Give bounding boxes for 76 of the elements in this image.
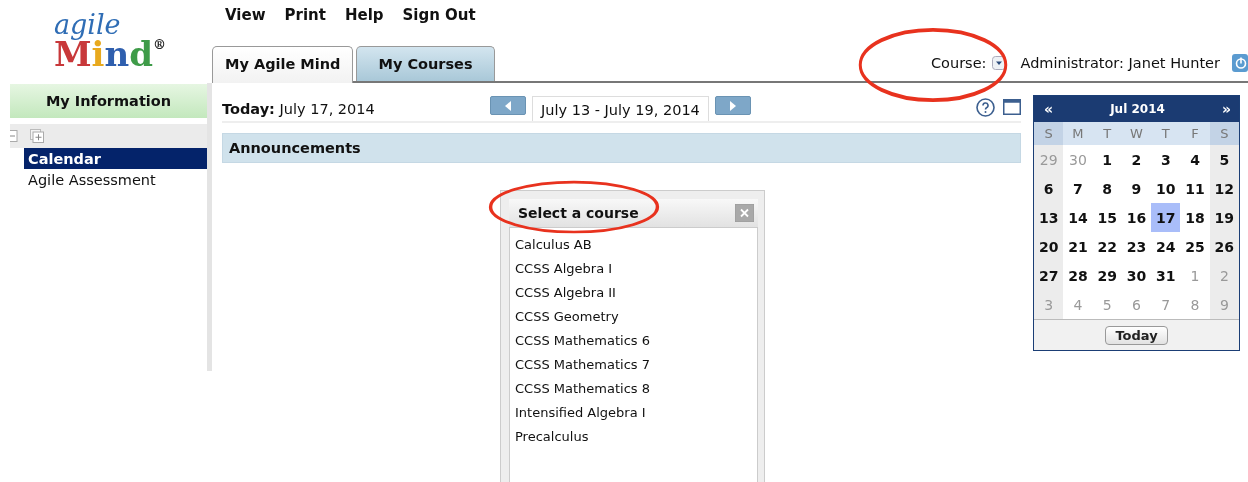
- help-icon[interactable]: [976, 98, 995, 117]
- calendar-day[interactable]: 23: [1121, 232, 1152, 261]
- calendar-day[interactable]: 5: [1209, 145, 1239, 174]
- calendar-day[interactable]: 24: [1151, 232, 1181, 261]
- previous-month-link[interactable]: «: [1044, 101, 1054, 117]
- calendar-day[interactable]: 10: [1151, 174, 1181, 203]
- calendar-day[interactable]: 13: [1034, 203, 1064, 232]
- calendar-day[interactable]: 14: [1063, 203, 1093, 232]
- expand-icon[interactable]: [30, 129, 44, 143]
- next-month-link[interactable]: »: [1221, 101, 1231, 117]
- calendar-day[interactable]: 15: [1092, 203, 1122, 232]
- weekday-label: S: [1034, 122, 1064, 145]
- menu-item[interactable]: Print: [284, 6, 326, 41]
- calendar-day[interactable]: 7: [1063, 174, 1093, 203]
- course-option[interactable]: Precalculus: [515, 428, 757, 446]
- course-option[interactable]: CCSS Mathematics 6: [515, 332, 757, 350]
- calendar-day[interactable]: 20: [1034, 232, 1064, 261]
- left-arrow-icon: [503, 99, 513, 112]
- calendar-day[interactable]: 16: [1121, 203, 1152, 232]
- calendar-day[interactable]: 1: [1092, 145, 1122, 174]
- course-option[interactable]: CCSS Geometry: [515, 308, 757, 326]
- weekday-label: W: [1121, 122, 1152, 145]
- calendar-day[interactable]: 9: [1121, 174, 1152, 203]
- course-option[interactable]: CCSS Mathematics 7: [515, 356, 757, 374]
- course-option[interactable]: Intensified Algebra I: [515, 404, 757, 422]
- right-arrow-icon: [727, 99, 738, 112]
- weekday-label: T: [1092, 122, 1122, 145]
- calendar-day[interactable]: 8: [1092, 174, 1122, 203]
- menu-item[interactable]: View: [225, 6, 266, 41]
- close-icon[interactable]: [735, 204, 754, 222]
- calendar-day[interactable]: 12: [1209, 174, 1239, 203]
- weekday-label: T: [1151, 122, 1181, 145]
- previous-week-button[interactable]: [490, 96, 526, 115]
- calendar-day[interactable]: 25: [1180, 232, 1210, 261]
- calendar-day[interactable]: 4: [1180, 145, 1210, 174]
- weekday-label: M: [1063, 122, 1093, 145]
- user-name: Administrator: Janet Hunter: [1020, 55, 1220, 71]
- calendar-day[interactable]: 18: [1180, 203, 1210, 232]
- course-label: Course:: [930, 55, 987, 71]
- week-range: July 13 - July 19, 2014: [532, 96, 709, 121]
- calendar-day[interactable]: 19: [1209, 203, 1239, 232]
- calendar-day[interactable]: 26: [1209, 232, 1239, 261]
- today-button[interactable]: Today: [1105, 325, 1168, 345]
- month-title: Jul 2014: [1110, 102, 1165, 116]
- logo-text: agile: [53, 12, 121, 38]
- calendar-day[interactable]: 6: [1034, 174, 1064, 203]
- calendar-day[interactable]: 2: [1121, 145, 1152, 174]
- calendar-day[interactable]: 21: [1063, 232, 1093, 261]
- weekday-label: S: [1209, 122, 1239, 145]
- tab[interactable]: My Agile Mind: [212, 46, 354, 83]
- announcements-header: Announcements: [222, 133, 1021, 163]
- course-option[interactable]: CCSS Algebra II: [515, 284, 757, 302]
- panel-header: My Information: [10, 84, 207, 118]
- sidebar-item[interactable]: Agile Assessment: [24, 169, 207, 190]
- calendar-day[interactable]: 11: [1180, 174, 1210, 203]
- power-icon[interactable]: [1232, 54, 1248, 72]
- menu-item[interactable]: Help: [344, 6, 384, 41]
- calendar-day[interactable]: 27: [1034, 261, 1064, 290]
- course-option[interactable]: Calculus AB: [515, 236, 757, 254]
- course-option[interactable]: CCSS Algebra I: [515, 260, 757, 278]
- menu-item[interactable]: Sign Out: [402, 6, 476, 41]
- weekday-label: F: [1180, 122, 1210, 145]
- dialog-title: Select a course: [518, 205, 639, 221]
- calendar-day[interactable]: 31: [1151, 261, 1181, 290]
- tab[interactable]: My Courses: [356, 46, 495, 81]
- window-icon[interactable]: [1003, 99, 1021, 115]
- calendar-day[interactable]: 17: [1151, 203, 1181, 232]
- calendar-day[interactable]: 3: [1151, 145, 1181, 174]
- sidebar-item[interactable]: Calendar: [24, 148, 207, 169]
- calendar-day[interactable]: 29: [1092, 261, 1122, 290]
- calendar-day[interactable]: 22: [1092, 232, 1122, 261]
- calendar-day[interactable]: 28: [1063, 261, 1093, 290]
- next-week-button[interactable]: [714, 96, 751, 115]
- calendar-day[interactable]: 30: [1121, 261, 1152, 290]
- course-option[interactable]: CCSS Mathematics 8: [515, 380, 757, 398]
- today-date: Today: July 17, 2014: [222, 101, 376, 119]
